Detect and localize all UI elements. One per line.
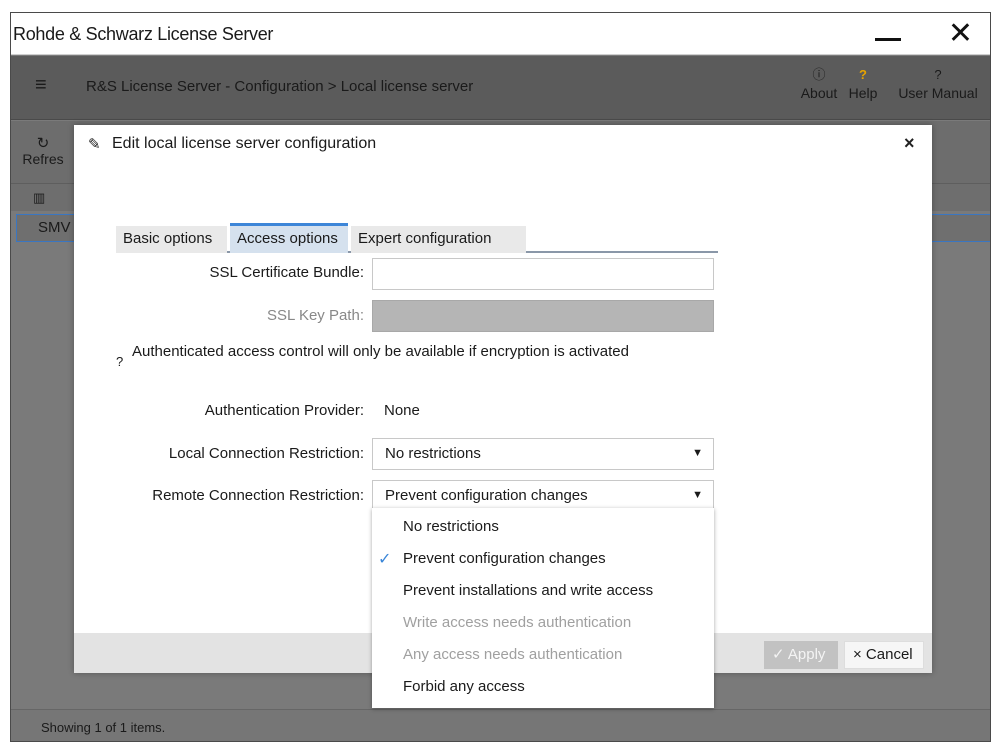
minimize-button[interactable] (859, 13, 915, 55)
user-manual-label: User Manual (898, 85, 978, 101)
ssl-bundle-input[interactable] (372, 258, 714, 290)
minimize-icon (875, 38, 901, 41)
option-write-access-auth: Write access needs authentication (372, 608, 714, 640)
help-icon: ? (859, 67, 867, 82)
items-count: Showing 1 of 1 items. (41, 720, 166, 735)
local-restriction-value: No restrictions (385, 445, 481, 462)
dialog-title: Edit local license server configuration (112, 135, 377, 152)
menu-icon[interactable]: ≡ (35, 74, 47, 97)
help-circle-icon: ? (116, 354, 124, 369)
option-prevent-installations[interactable]: Prevent installations and write access (372, 576, 714, 608)
option-label: No restrictions (403, 518, 499, 535)
refresh-button[interactable]: ↻ Refres (13, 135, 73, 167)
tab-basic-options[interactable]: Basic options (116, 226, 227, 253)
info-text: Authenticated access control will only b… (132, 343, 629, 360)
option-no-restrictions[interactable]: No restrictions (372, 512, 714, 544)
refresh-icon: ↻ (36, 135, 50, 152)
breadcrumb: R&S License Server - Configuration > Loc… (86, 78, 474, 95)
option-forbid-any-access[interactable]: Forbid any access (372, 672, 714, 704)
close-window-button[interactable]: ✕ (929, 13, 990, 55)
status-bar: Showing 1 of 1 items. (11, 709, 990, 741)
remote-restriction-value: Prevent configuration changes (385, 487, 588, 504)
ssl-key-input (372, 300, 714, 332)
cancel-button[interactable]: × Cancel (844, 641, 924, 669)
dialog-header: ✎ Edit local license server configuratio… (74, 125, 932, 165)
ssl-bundle-label: SSL Certificate Bundle: (209, 264, 364, 281)
window-title: Rohde & Schwarz License Server (13, 24, 274, 44)
title-bar: Rohde & Schwarz License Server ✕ (11, 13, 990, 55)
option-label: Any access needs authentication (403, 646, 623, 663)
app-header: ≡ R&S License Server - Configuration > L… (11, 56, 990, 120)
local-restriction-select[interactable]: No restrictions ▼ (372, 438, 714, 470)
help-label: Help (848, 85, 878, 101)
help-button[interactable]: ? Help (845, 67, 881, 102)
tab-expert-configuration[interactable]: Expert configuration (351, 226, 526, 253)
option-label: Prevent installations and write access (403, 582, 654, 599)
manual-icon: ? (934, 67, 942, 82)
option-any-access-auth: Any access needs authentication (372, 640, 714, 672)
about-button[interactable]: ⓘ About (799, 67, 839, 102)
option-label: Prevent configuration changes (403, 550, 606, 567)
info-icon: ⓘ (812, 67, 826, 82)
chevron-down-icon: ▼ (692, 489, 703, 501)
row-cell: SMV (38, 219, 71, 236)
tab-access-options[interactable]: Access options (230, 223, 348, 253)
option-label: Forbid any access (403, 678, 525, 695)
option-prevent-configuration-changes[interactable]: ✓ Prevent configuration changes (372, 544, 714, 576)
chevron-down-icon: ▼ (692, 447, 703, 459)
about-label: About (800, 85, 838, 101)
user-manual-button[interactable]: ? User Manual (885, 67, 990, 102)
refresh-label: Refres (22, 151, 64, 167)
remote-restriction-dropdown: No restrictions ✓ Prevent configuration … (372, 508, 714, 708)
apply-button[interactable]: ✓ Apply (764, 641, 838, 669)
ssl-key-label: SSL Key Path: (266, 307, 364, 324)
tab-bar: Basic options Access options Expert conf… (116, 223, 718, 253)
pencil-icon: ✎ (88, 136, 101, 153)
check-icon: ✓ (378, 551, 392, 568)
auth-provider-label: Authentication Provider: (204, 402, 364, 419)
auth-provider-value: None (384, 402, 420, 419)
dialog-close-button[interactable]: × (904, 133, 915, 154)
option-label: Write access needs authentication (403, 614, 632, 631)
columns-icon[interactable]: ▥ (33, 190, 45, 206)
remote-restriction-label: Remote Connection Restriction: (152, 487, 364, 504)
local-restriction-label: Local Connection Restriction: (168, 445, 364, 462)
